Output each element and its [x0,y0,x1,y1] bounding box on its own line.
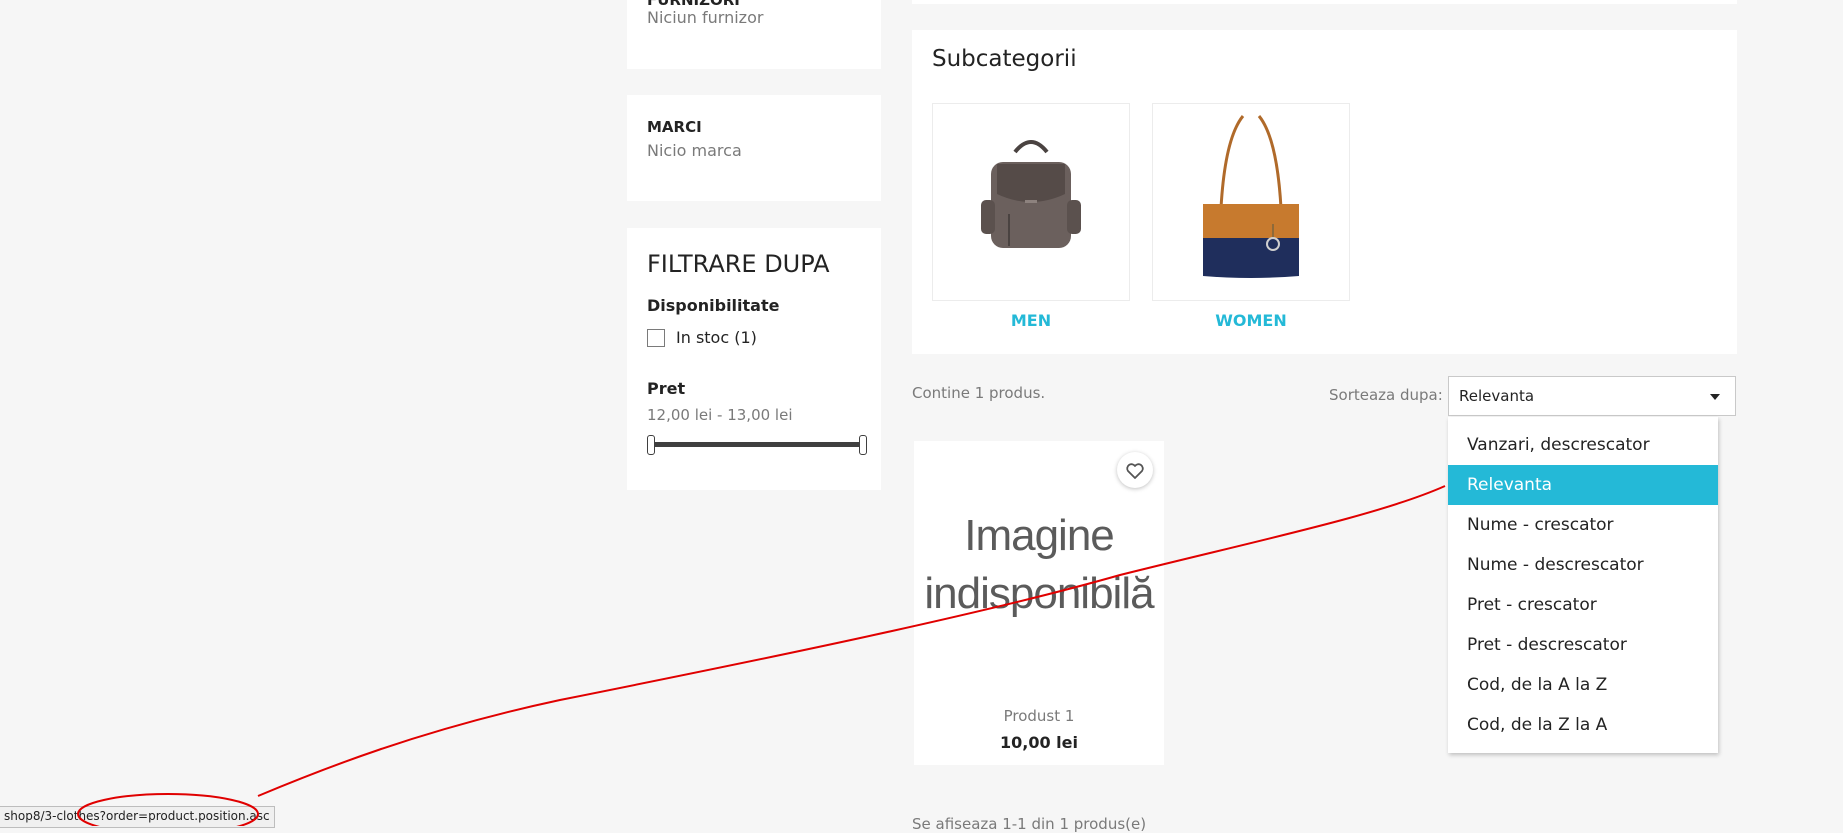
price-slider-min-handle[interactable] [647,435,655,455]
sort-option-sales-desc[interactable]: Vanzari, descrescator [1448,425,1718,465]
in-stock-checkbox[interactable] [647,329,665,347]
sort-option-code-za[interactable]: Cod, de la Z la A [1448,705,1718,745]
availability-heading: Disponibilitate [647,296,780,315]
placeholder-line-1: Imagine [964,511,1115,560]
sort-option-code-az[interactable]: Cod, de la A la Z [1448,665,1718,705]
annotation-arrow-line [257,485,1446,797]
backpack-image [981,140,1081,248]
subcategory-women-link[interactable]: WOMEN [1152,311,1350,330]
subcategories-block: Subcategorii MEN WOMEN [912,30,1737,354]
product-count: Contine 1 produs. [912,384,1046,402]
sort-dropdown-menu: Vanzari, descrescator Relevanta Nume - c… [1448,417,1718,753]
pagination-summary: Se afiseaza 1-1 din 1 produs(e) [912,815,1147,833]
price-range: 12,00 lei - 13,00 lei [647,406,793,424]
brands-value: Nicio marca [647,141,742,160]
placeholder-line-2: indisponibilă [924,569,1154,618]
product-price: 10,00 lei [1000,733,1078,752]
brands-block: MARCI Nicio marca [627,95,881,201]
subcategory-men-link[interactable]: MEN [932,311,1130,330]
price-slider-max-handle[interactable] [859,435,867,455]
brands-heading: MARCI [647,118,702,136]
caret-down-icon [1710,394,1720,400]
sort-label: Sorteaza dupa: [1329,386,1443,404]
handbag-image [1203,115,1299,278]
sort-option-relevance[interactable]: Relevanta [1448,465,1718,505]
category-header-block [912,0,1737,4]
heart-icon [1126,463,1144,479]
price-slider-track[interactable] [651,442,863,447]
status-url: shop8/3-clothes?order=product.position.a… [4,809,270,823]
sort-option-name-asc[interactable]: Nume - crescator [1448,505,1718,545]
sort-option-price-desc[interactable]: Pret - descrescator [1448,625,1718,665]
image-unavailable-placeholder: Imagine indisponibilă [914,507,1164,623]
product-name[interactable]: Produst 1 [914,707,1164,725]
browser-status-bar: shop8/3-clothes?order=product.position.a… [0,806,275,828]
product-card[interactable]: Imagine indisponibilă Produst 1 10,00 le… [914,441,1164,765]
suppliers-block: FURNIZORI Niciun furnizor [627,0,881,69]
filters-block: FILTRARE DUPA Disponibilitate In stoc (1… [627,228,881,490]
suppliers-value: Niciun furnizor [647,8,764,27]
wishlist-button[interactable] [1117,452,1153,488]
sort-option-name-desc[interactable]: Nume - descrescator [1448,545,1718,585]
filters-title: FILTRARE DUPA [647,250,830,278]
sort-select[interactable]: Relevanta [1448,376,1736,416]
sort-selected-value: Relevanta [1459,387,1535,405]
in-stock-label[interactable]: In stoc (1) [676,328,757,347]
subcategory-women-image[interactable] [1152,103,1350,301]
price-heading: Pret [647,379,686,398]
sort-option-price-asc[interactable]: Pret - crescator [1448,585,1718,625]
subcategories-title: Subcategorii [932,46,1077,72]
subcategory-men-image[interactable] [932,103,1130,301]
